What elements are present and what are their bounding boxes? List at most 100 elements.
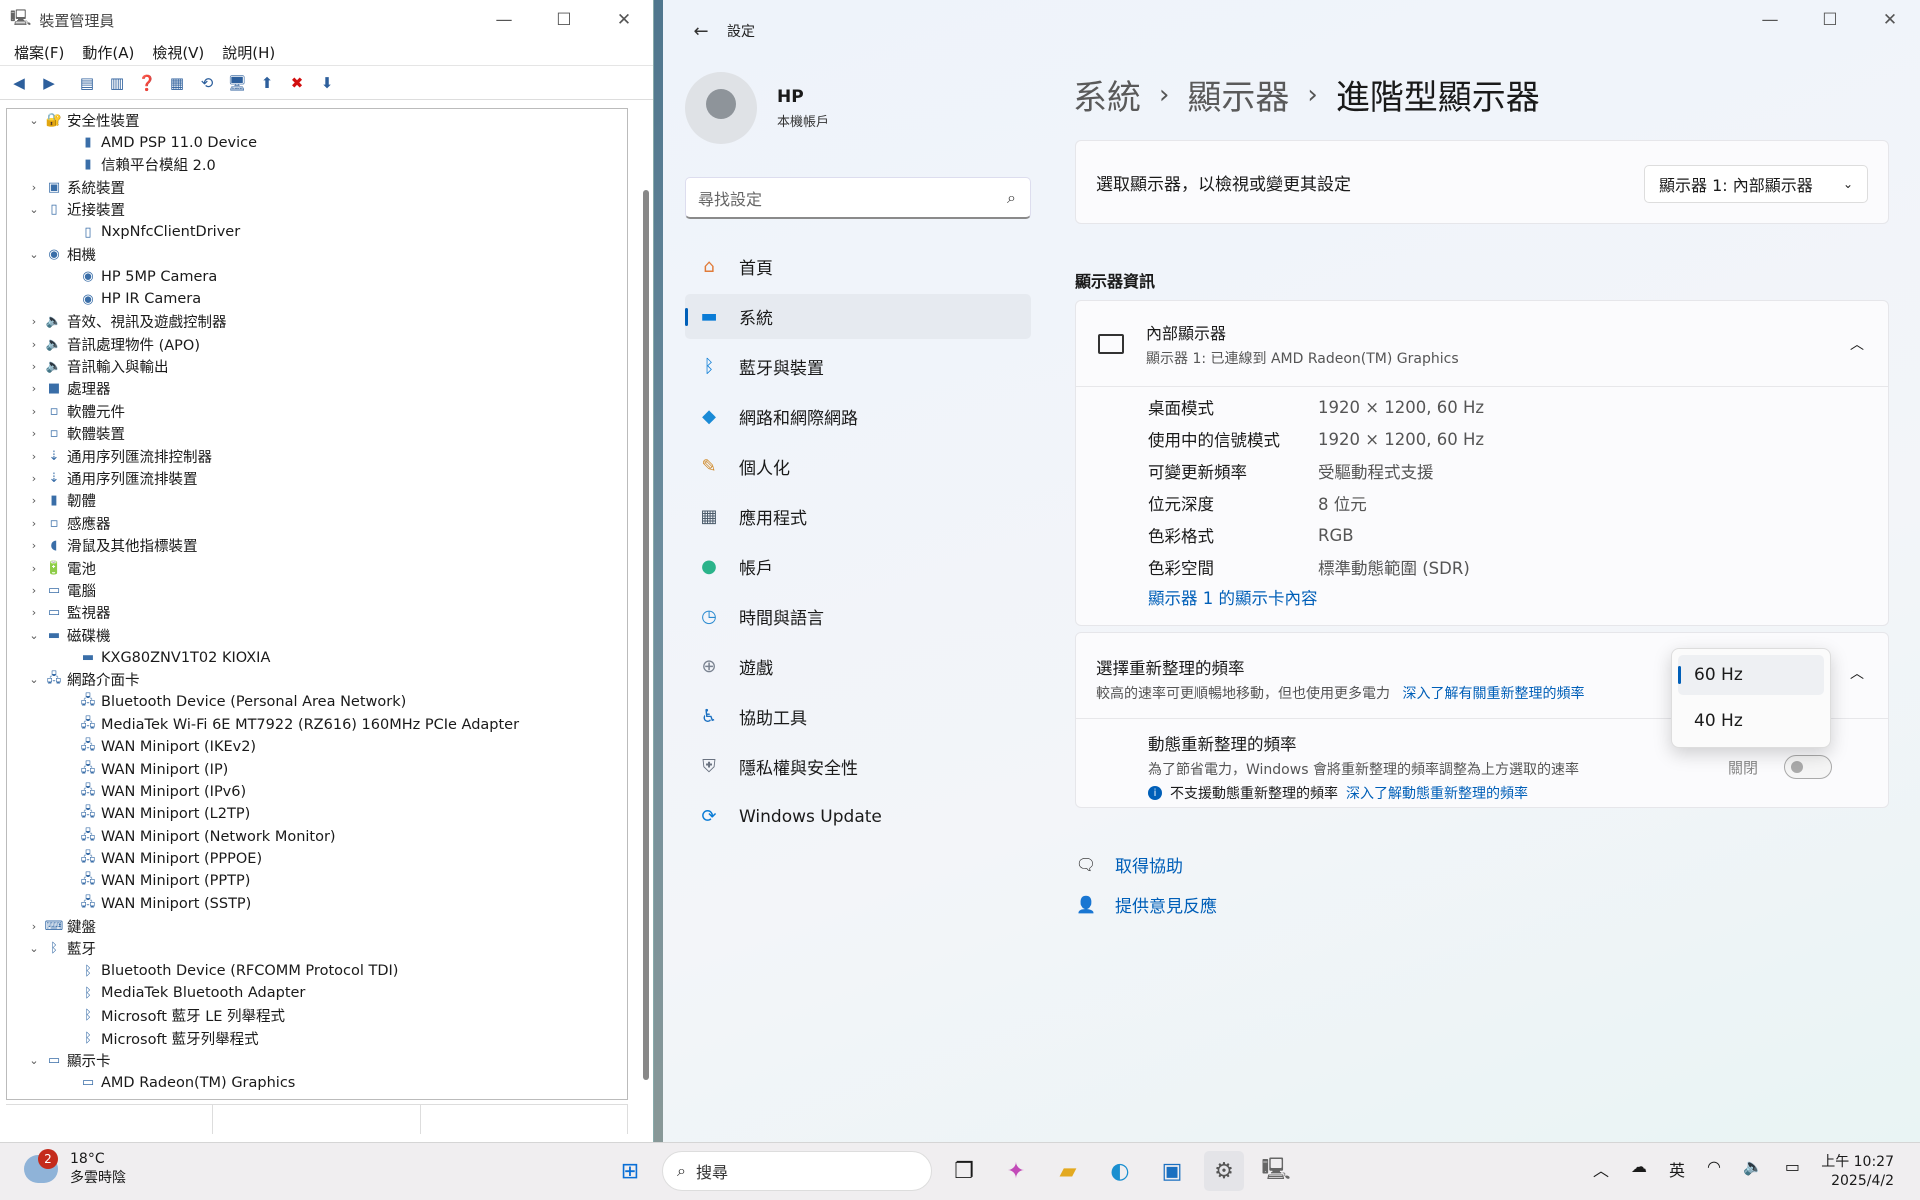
tree-node[interactable]: › ⇣ 通用序列匯流排裝置	[7, 467, 627, 489]
scan-hardware-icon[interactable]: ⟲	[194, 70, 220, 96]
back-arrow-icon[interactable]: ◀	[6, 70, 32, 96]
nav-item[interactable]: ▦ 應用程式	[685, 494, 1031, 539]
tree-node[interactable]: › ◖ 滑鼠及其他指標裝置	[7, 534, 627, 556]
forward-arrow-icon[interactable]: ▶	[36, 70, 62, 96]
chevron-right-icon[interactable]: ›	[27, 472, 41, 485]
tree-node[interactable]: › ▭ 電腦	[7, 579, 627, 601]
search-input[interactable]: 尋找設定 ⌕	[685, 177, 1031, 219]
chevron-right-icon[interactable]: ›	[27, 315, 41, 328]
tree-node[interactable]: 🖧 WAN Miniport (PPPOE)	[7, 848, 627, 870]
dynamic-refresh-learn-link[interactable]: 深入了解動態重新整理的頻率	[1346, 783, 1528, 803]
taskbar-search[interactable]: ⌕ 搜尋	[662, 1151, 932, 1191]
battery-icon[interactable]: ▭	[1785, 1157, 1800, 1181]
tree-node[interactable]: ⌄ ▭ 顯示卡	[7, 1049, 627, 1071]
edge-icon[interactable]: ◐	[1100, 1151, 1140, 1191]
tree-node[interactable]: ᛒ Microsoft 藍牙列舉程式	[7, 1027, 627, 1049]
tree-node[interactable]: › ▫ 軟體元件	[7, 400, 627, 422]
chevron-down-icon[interactable]: ⌄	[27, 942, 41, 955]
adapter-properties-link[interactable]: 顯示器 1 的顯示卡內容	[1076, 585, 1888, 609]
action-pane-icon[interactable]: ▦	[164, 70, 190, 96]
nav-item[interactable]: ⛨ 隱私權與安全性	[685, 744, 1031, 789]
tree-node[interactable]: 🖧 WAN Miniport (IPv6)	[7, 781, 627, 803]
settings-icon[interactable]: ⚙	[1204, 1151, 1244, 1191]
close-button[interactable]: ✕	[594, 0, 653, 40]
nav-item[interactable]: ᛒ 藍牙與裝置	[685, 344, 1031, 389]
chevron-down-icon[interactable]: ⌄	[27, 203, 41, 216]
chevron-right-icon[interactable]: ›	[27, 920, 41, 933]
chevron-down-icon[interactable]: ⌄	[27, 1054, 41, 1067]
tree-node[interactable]: ⌄ ᛒ 藍牙	[7, 937, 627, 959]
tree-node[interactable]: ⌄ ▯ 近接裝置	[7, 199, 627, 221]
menu-help[interactable]: 說明(H)	[222, 42, 275, 63]
chevron-down-icon[interactable]: ⌄	[27, 673, 41, 686]
chevron-down-icon[interactable]: ⌄	[27, 629, 41, 642]
tree-node[interactable]: › ▭ 監視器	[7, 602, 627, 624]
menu-action[interactable]: 動作(A)	[82, 42, 134, 63]
tree-node[interactable]: ▬ KXG80ZNV1T02 KIOXIA	[7, 646, 627, 668]
tree-node[interactable]: ⌄ ◉ 相機	[7, 243, 627, 265]
menu-view[interactable]: 檢視(V)	[152, 42, 204, 63]
chevron-right-icon[interactable]: ›	[27, 494, 41, 507]
tree-node[interactable]: › ▫ 軟體裝置	[7, 422, 627, 444]
tree-node[interactable]: 🖧 MediaTek Wi-Fi 6E MT7922 (RZ616) 160MHz…	[7, 714, 627, 736]
chevron-right-icon[interactable]: ›	[27, 517, 41, 530]
nav-item[interactable]: ⌂ 首頁	[685, 244, 1031, 289]
tree-node[interactable]: › ⌨ 鍵盤	[7, 915, 627, 937]
weather-widget[interactable]: 2 18°C 多雲時陰	[24, 1149, 126, 1187]
monitor-icon[interactable]: 🖥	[224, 70, 250, 96]
chevron-right-icon[interactable]: ›	[27, 382, 41, 395]
device-tree[interactable]: ⌄ 🔐 安全性裝置 ▮ AMD PSP 11.0 Device ▮ 信賴平台模組 2.0 › ▣…	[6, 108, 628, 1100]
tree-node[interactable]: 🖧 WAN Miniport (L2TP)	[7, 803, 627, 825]
wifi-icon[interactable]: ◠	[1707, 1157, 1721, 1181]
breadcrumb-system[interactable]: 系統	[1073, 70, 1141, 119]
tree-node[interactable]: ▮ AMD PSP 11.0 Device	[7, 131, 627, 153]
tree-node[interactable]: › 🔈 音效、視訊及遊戲控制器	[7, 311, 627, 333]
task-view-icon[interactable]: ❐	[944, 1151, 984, 1191]
dynamic-refresh-toggle[interactable]	[1784, 755, 1832, 779]
chevron-right-icon[interactable]: ›	[27, 427, 41, 440]
feedback-link[interactable]: 👤 提供意見反應	[1075, 892, 1217, 917]
breadcrumb-display[interactable]: 顯示器	[1187, 70, 1289, 119]
tree-node[interactable]: 🖧 Bluetooth Device (Personal Area Network…	[7, 691, 627, 713]
volume-icon[interactable]: 🔈	[1743, 1157, 1763, 1181]
tree-node[interactable]: › 🔈 音訊處理物件 (APO)	[7, 333, 627, 355]
store-icon[interactable]: ▣	[1152, 1151, 1192, 1191]
chevron-right-icon[interactable]: ›	[27, 539, 41, 552]
chevron-right-icon[interactable]: ›	[27, 450, 41, 463]
tree-node[interactable]: ⌄ 🖧 網路介面卡	[7, 669, 627, 691]
device-manager-taskbar-icon[interactable]: 🖳	[1256, 1151, 1296, 1191]
maximize-button[interactable]: ☐	[1800, 0, 1860, 40]
option-60hz[interactable]: 60 Hz	[1678, 655, 1824, 695]
copilot-icon[interactable]: ✦	[996, 1151, 1036, 1191]
minimize-button[interactable]: —	[474, 0, 534, 40]
nav-item[interactable]: ● 帳戶	[685, 544, 1031, 589]
chevron-right-icon[interactable]: ›	[27, 338, 41, 351]
tree-node[interactable]: › ▣ 系統裝置	[7, 176, 627, 198]
nav-item[interactable]: ♿ 協助工具	[685, 694, 1031, 739]
dm-titlebar[interactable]: 🖳 裝置管理員 — ☐ ✕	[0, 0, 653, 40]
properties-icon[interactable]: ▥	[104, 70, 130, 96]
chevron-right-icon[interactable]: ›	[27, 584, 41, 597]
onedrive-icon[interactable]: ☁	[1631, 1157, 1647, 1181]
get-help-link[interactable]: 🗨 取得協助	[1075, 852, 1183, 877]
chevron-right-icon[interactable]: ›	[27, 405, 41, 418]
chevron-down-icon[interactable]: ⌄	[27, 248, 41, 261]
menu-file[interactable]: 檔案(F)	[14, 42, 64, 63]
tree-node[interactable]: 🖧 WAN Miniport (IP)	[7, 758, 627, 780]
tree-node[interactable]: ᛒ MediaTek Bluetooth Adapter	[7, 982, 627, 1004]
chevron-up-icon[interactable]: ︿	[1593, 1157, 1609, 1181]
user-profile[interactable]: HP 本機帳戶	[685, 72, 829, 144]
tree-node[interactable]: ▯ NxpNfcClientDriver	[7, 221, 627, 243]
chevron-right-icon[interactable]: ›	[27, 181, 41, 194]
chevron-right-icon[interactable]: ›	[27, 562, 41, 575]
tree-scrollbar[interactable]	[643, 190, 649, 1080]
tree-node[interactable]: 🖧 WAN Miniport (SSTP)	[7, 893, 627, 915]
tree-node[interactable]: › 🔋 電池	[7, 557, 627, 579]
tree-node[interactable]: › ▫ 感應器	[7, 512, 627, 534]
tree-node[interactable]: ◉ HP IR Camera	[7, 288, 627, 310]
display-dropdown[interactable]: 顯示器 1: 內部顯示器 ⌄	[1644, 165, 1868, 203]
tree-node[interactable]: 🖧 WAN Miniport (IKEv2)	[7, 736, 627, 758]
tree-node[interactable]: ᛒ Bluetooth Device (RFCOMM Protocol TDI)	[7, 960, 627, 982]
nav-item[interactable]: ▬ 系統	[685, 294, 1031, 339]
nav-item[interactable]: ◆ 網路和網際網路	[685, 394, 1031, 439]
